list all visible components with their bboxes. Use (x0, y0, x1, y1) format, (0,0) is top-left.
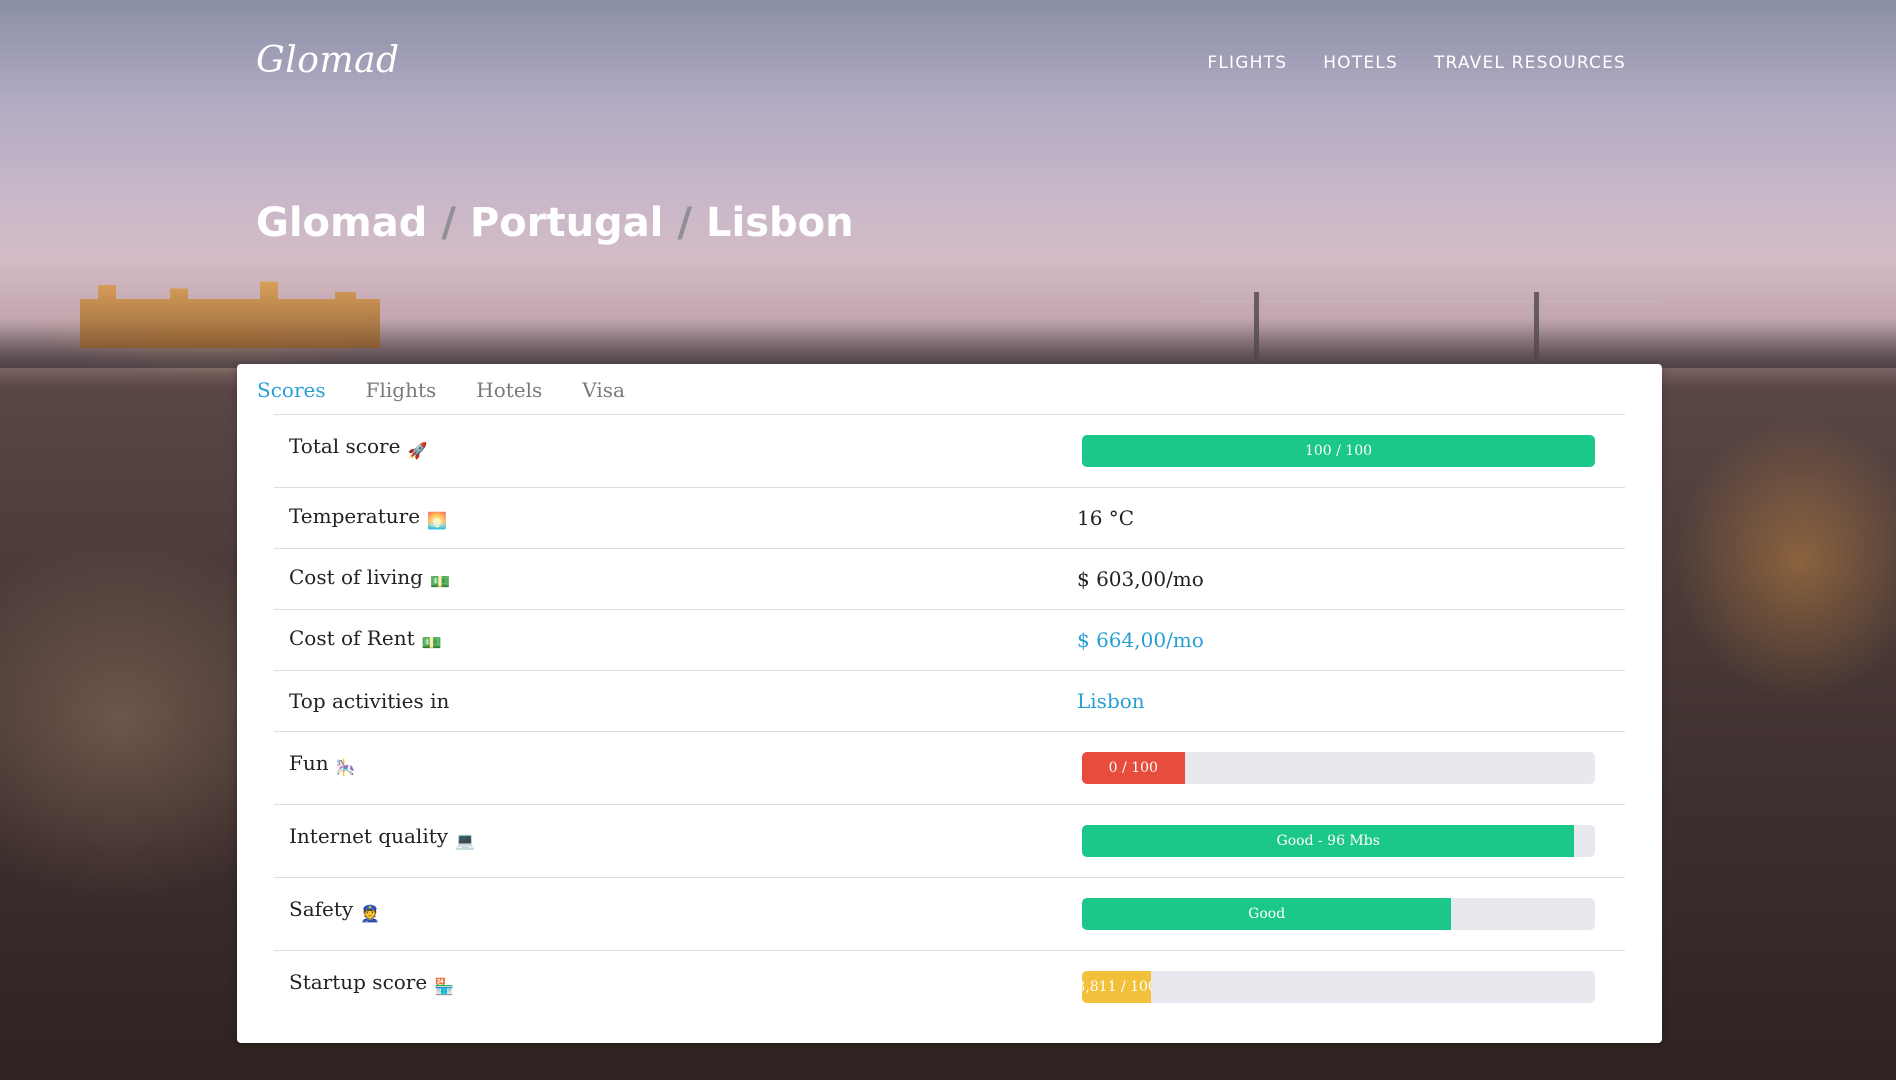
row-label: Internet quality 💻 (274, 805, 1077, 852)
rocket-icon: 🚀 (407, 441, 428, 460)
row-total-score: Total score 🚀 100 / 100 (274, 414, 1625, 487)
cost-of-rent-cell: $ 664,00/mo (1077, 628, 1625, 652)
row-temperature: Temperature 🌅 16 °C (274, 487, 1625, 548)
money-icon: 💵 (430, 572, 450, 591)
breadcrumb-lisbon[interactable]: Lisbon (706, 200, 854, 246)
internet-quality-bar: Good - 96 Mbs (1082, 825, 1595, 857)
tab-visa[interactable]: Visa (582, 378, 625, 402)
total-score-fill: 100 / 100 (1082, 435, 1595, 467)
row-startup-score: Startup score 🏪 3,811 / 100 (274, 950, 1625, 1023)
row-cost-of-rent: Cost of Rent 💵 $ 664,00/mo (274, 609, 1625, 670)
temperature-label: Temperature (289, 504, 421, 528)
row-top-activities: Top activities in Lisbon (274, 670, 1625, 731)
breadcrumb-separator: / (441, 200, 456, 246)
tab-scores[interactable]: Scores (257, 378, 326, 402)
fun-label: Fun (289, 751, 329, 775)
cost-of-living-value: $ 603,00/mo (1077, 567, 1204, 591)
top-activities-label: Top activities in (289, 689, 450, 713)
row-label: Temperature 🌅 (274, 504, 1077, 532)
row-label: Startup score 🏪 (274, 951, 1077, 998)
safety-fill: Good (1082, 898, 1452, 930)
bridge-tower (1254, 292, 1259, 362)
fun-fill: 0 / 100 (1082, 752, 1185, 784)
top-activities-link[interactable]: Lisbon (1077, 689, 1145, 713)
nav-travel-resources[interactable]: TRAVEL RESOURCES (1434, 53, 1626, 73)
tab-flights[interactable]: Flights (366, 378, 437, 402)
temperature-value: 16 °C (1077, 506, 1135, 530)
laptop-icon: 💻 (455, 831, 476, 850)
sunrise-icon: 🌅 (427, 511, 447, 530)
row-label: Cost of Rent 💵 (274, 626, 1077, 654)
cost-of-rent-label: Cost of Rent (289, 626, 415, 650)
startup-score-fill: 3,811 / 100 (1082, 971, 1152, 1003)
startup-score-label: Startup score (289, 970, 428, 994)
internet-quality-label: Internet quality (289, 824, 449, 848)
breadcrumb-separator: / (677, 200, 693, 246)
bridge-silhouette (1200, 300, 1660, 360)
police-officer-icon: 👮 (360, 904, 381, 923)
row-cost-of-living: Cost of living 💵 $ 603,00/mo (274, 548, 1625, 609)
tab-bar: Scores Flights Hotels Visa (257, 378, 625, 402)
row-label: Cost of living 💵 (274, 565, 1077, 593)
cost-of-rent-link[interactable]: $ 664,00/mo (1077, 628, 1204, 652)
row-value: 100 / 100 (1077, 435, 1625, 467)
main-nav: FLIGHTS HOTELS TRAVEL RESOURCES (1207, 53, 1626, 73)
total-score-bar: 100 / 100 (1082, 435, 1595, 467)
top-activities-cell: Lisbon (1077, 689, 1625, 713)
row-internet-quality: Internet quality 💻 Good - 96 Mbs (274, 804, 1625, 877)
breadcrumb-portugal[interactable]: Portugal (470, 200, 663, 246)
site-logo[interactable]: Glomad (256, 40, 400, 81)
safety-bar: Good (1082, 898, 1595, 930)
row-label: Fun 🎠 (274, 732, 1077, 779)
tab-hotels[interactable]: Hotels (476, 378, 542, 402)
row-value: 0 / 100 (1077, 752, 1625, 784)
breadcrumb-glomad[interactable]: Glomad (256, 200, 427, 246)
total-score-label: Total score (289, 434, 401, 458)
nav-hotels[interactable]: HOTELS (1323, 53, 1398, 73)
breadcrumb: Glomad / Portugal / Lisbon (256, 200, 854, 246)
startup-score-bar: 3,811 / 100 (1082, 971, 1595, 1003)
row-fun: Fun 🎠 0 / 100 (274, 731, 1625, 804)
safety-label: Safety (289, 897, 354, 921)
carousel-icon: 🎠 (335, 758, 356, 777)
city-info-card: Scores Flights Hotels Visa Total score 🚀 … (237, 364, 1662, 1043)
row-safety: Safety 👮 Good (274, 877, 1625, 950)
store-icon: 🏪 (434, 977, 455, 996)
money-icon: 💵 (421, 633, 442, 652)
scores-table: Total score 🚀 100 / 100 Temperature 🌅 16 °… (274, 414, 1625, 1023)
nav-flights[interactable]: FLIGHTS (1207, 53, 1287, 73)
cost-of-living-label: Cost of living (289, 565, 423, 589)
row-value: 3,811 / 100 (1077, 971, 1625, 1003)
row-label: Total score 🚀 (274, 415, 1077, 462)
row-value: Good (1077, 898, 1625, 930)
site-header: Glomad FLIGHTS HOTELS TRAVEL RESOURCES (256, 40, 1626, 90)
row-label: Safety 👮 (274, 878, 1077, 925)
bridge-tower (1534, 292, 1539, 362)
internet-quality-fill: Good - 96 Mbs (1082, 825, 1575, 857)
fun-bar: 0 / 100 (1082, 752, 1595, 784)
row-value: Good - 96 Mbs (1077, 825, 1625, 857)
